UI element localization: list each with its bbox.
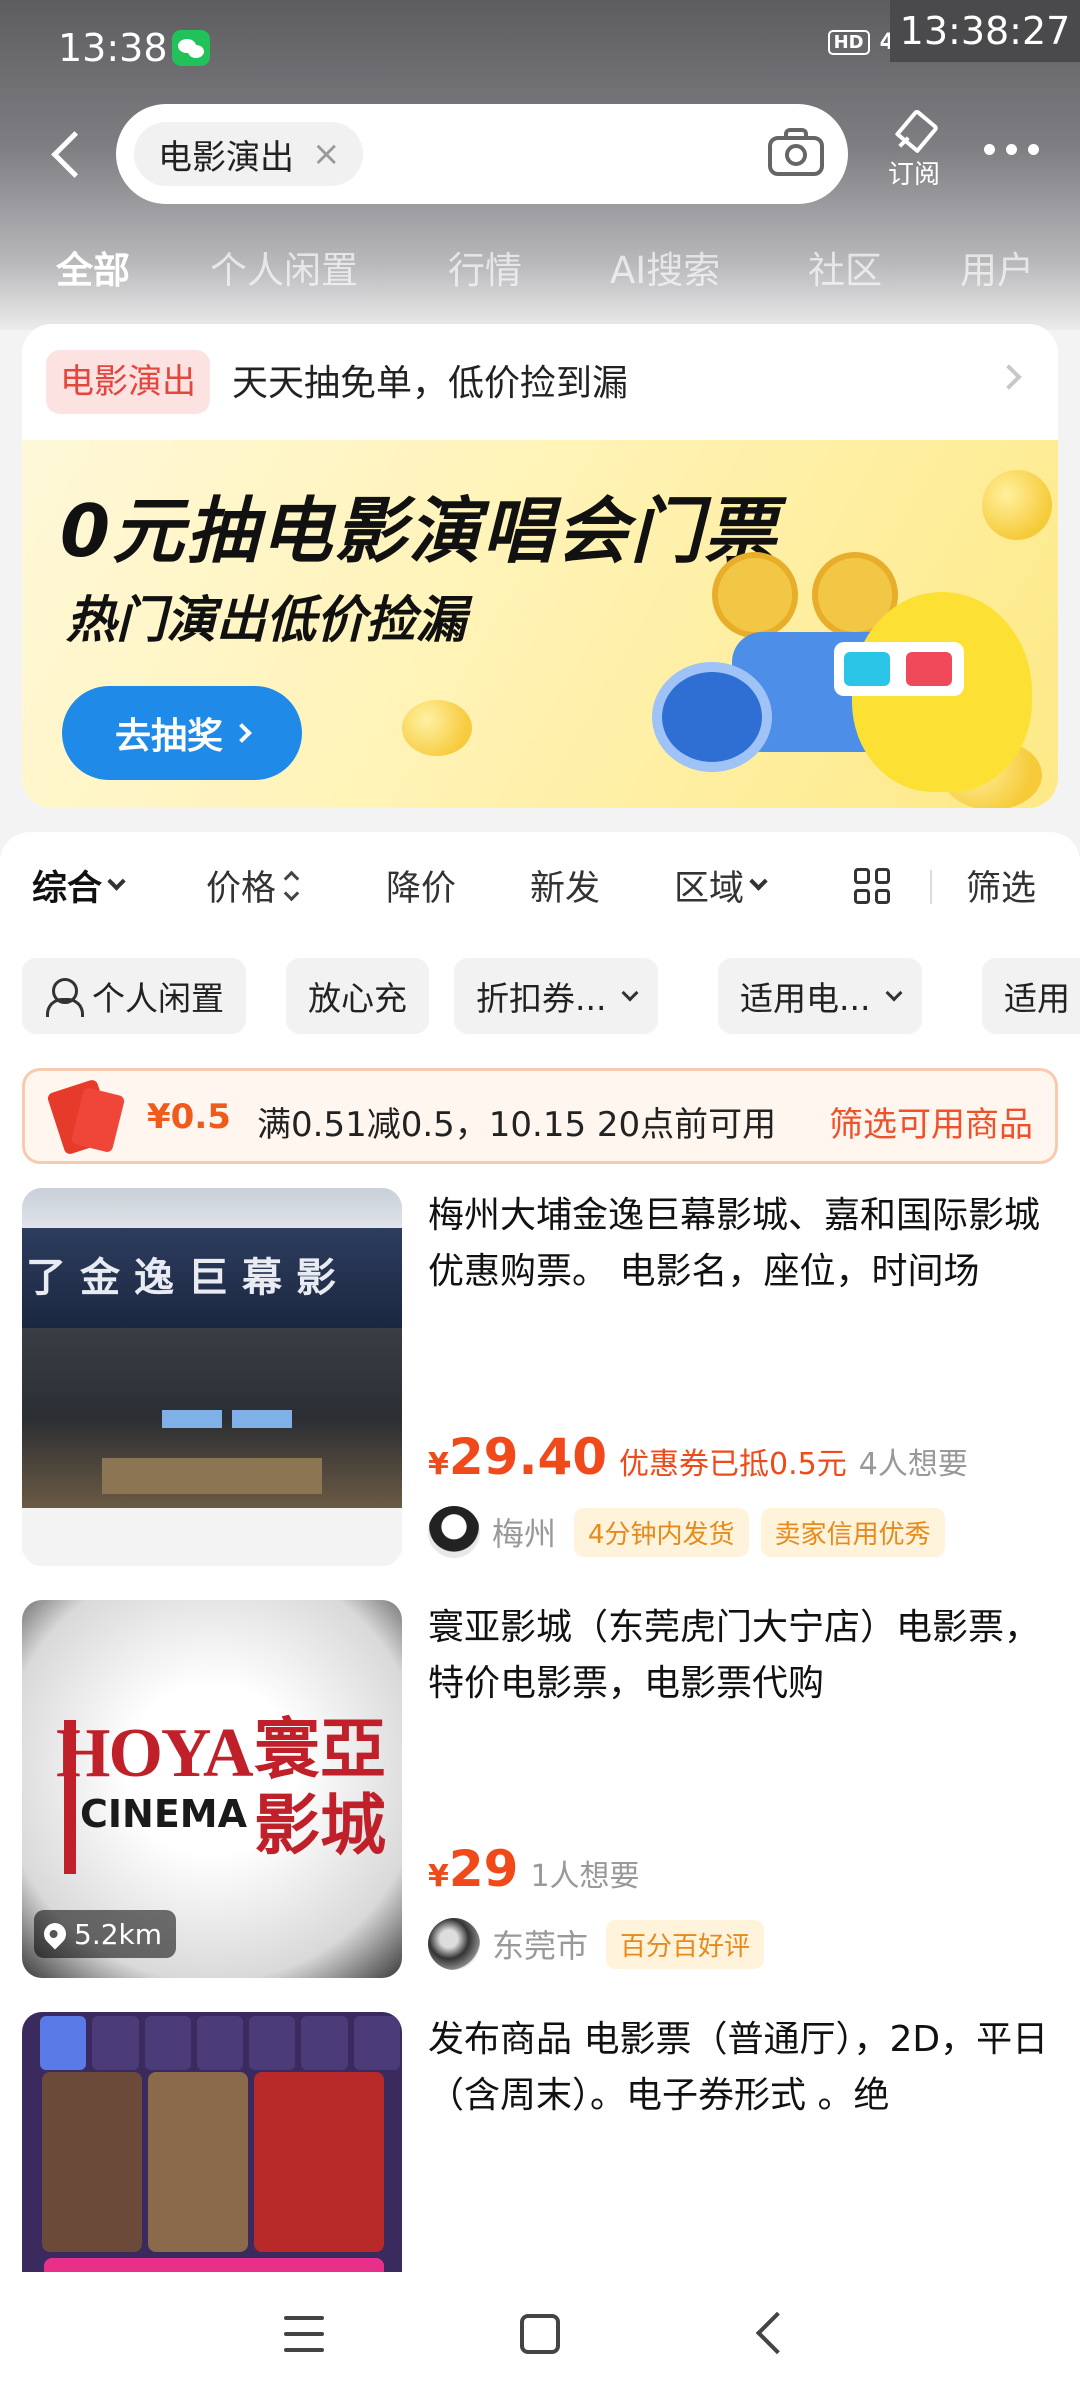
sort-bar: 综合 价格 降价 新发 区域 筛选 (0, 860, 1080, 924)
chip-applicable-2[interactable]: 适用 (982, 958, 1080, 1034)
shipping-badge: 4分钟内发货 (574, 1507, 749, 1557)
seller-row: 东莞市 百分百好评 (428, 1918, 765, 1970)
coupon-amount: ¥0.5 (147, 1097, 231, 1137)
chevron-down-icon (621, 984, 639, 1002)
chevron-down-icon (885, 984, 903, 1002)
chevron-down-icon (107, 872, 126, 891)
banner-tag: 电影演出 (46, 350, 210, 414)
product-price: ¥29.40 (428, 1428, 608, 1486)
subscribe-button[interactable]: 订阅 (882, 110, 946, 200)
sort-updown-icon (283, 870, 300, 901)
product-price: ¥29 (428, 1840, 519, 1898)
wants-count: 4人想要 (858, 1447, 968, 1482)
home-icon[interactable] (520, 2314, 560, 2354)
status-time: 13:38 (58, 26, 168, 70)
distance-badge: 5.2km (34, 1910, 177, 1958)
search-header: 电影演出 × 订阅 (0, 104, 1080, 204)
filter-usable-items-link[interactable]: 筛选可用商品 (829, 1097, 1033, 1146)
product-card[interactable]: 发布商品 电影票（普通厅），2D，平日（含周末）。电子券形式 。绝 (22, 2012, 1058, 2272)
pin-icon (896, 112, 932, 148)
coupon-description: 满0.51减0.5，10.15 20点前可用 (257, 1105, 777, 1145)
search-query-text: 电影演出 (158, 137, 294, 178)
avatar[interactable] (428, 1918, 480, 1970)
overlay-clock: 13:38:27 (890, 0, 1080, 62)
grid-view-icon[interactable] (854, 868, 890, 904)
hd-icon: HD (827, 29, 870, 55)
banner-artwork[interactable]: 0元抽电影演唱会门票 热门演出低价捡漏 去抽奖 (22, 440, 1058, 808)
logo-subtext: CINEMA (80, 1792, 248, 1836)
coupon-applied-note: 优惠券已抵0.5元 (619, 1447, 847, 1482)
back-icon[interactable] (755, 2311, 799, 2355)
search-query-chip[interactable]: 电影演出 × (134, 122, 363, 186)
search-tabs: 全部 个人闲置 行情 AI搜索 社区 用户 (0, 240, 1080, 300)
sort-comprehensive[interactable]: 综合 (32, 860, 126, 911)
tab-users[interactable]: 用户 (960, 240, 1034, 294)
location-pin-icon (39, 1918, 71, 1950)
tab-all[interactable]: 全部 (56, 240, 130, 294)
search-input[interactable]: 电影演出 × (116, 104, 848, 204)
rating-badge: 百分百好评 (606, 1919, 765, 1969)
seller-location: 梅州 (492, 1515, 557, 1553)
sort-region[interactable]: 区域 (674, 860, 768, 911)
chip-discount-coupon[interactable]: 折扣券... (454, 958, 659, 1034)
price-row: ¥29.40 优惠券已抵0.5元 4人想要 (428, 1428, 968, 1486)
product-title: 寰亚影城（东莞虎门大宁店）电影票，特价电影票，电影票代购 (428, 1607, 1041, 1704)
chip-worry-free[interactable]: 放心充 (286, 958, 429, 1034)
logo-chinese: 寰亞影城 (254, 1711, 386, 1864)
product-title: 发布商品 电影票（普通厅），2D，平日（含周末）。电子券形式 。绝 (428, 2019, 1049, 2116)
wants-count: 1人想要 (530, 1859, 640, 1894)
credit-badge: 卖家信用优秀 (760, 1507, 945, 1557)
chevron-right-icon (996, 364, 1022, 390)
subscribe-label: 订阅 (887, 160, 940, 190)
more-dots-icon[interactable] (984, 144, 1039, 155)
product-card[interactable]: HOYA CINEMA 寰亞影城 5.2km 寰亚影城（东莞虎门大宁店）电影票，… (22, 1600, 1058, 1980)
tab-community[interactable]: 社区 (808, 240, 882, 294)
banner-subtitle: 热门演出低价捡漏 (66, 591, 466, 649)
sort-price[interactable]: 价格 (206, 860, 300, 911)
seller-row: 梅州 4分钟内发货 卖家信用优秀 (428, 1506, 945, 1558)
close-icon[interactable]: × (312, 134, 341, 174)
menu-icon[interactable] (284, 2316, 324, 2352)
product-image[interactable]: HOYA CINEMA 寰亞影城 5.2km (22, 1600, 402, 1978)
divider (930, 870, 932, 904)
lottery-button[interactable]: 去抽奖 (62, 686, 302, 780)
tab-personal-idle[interactable]: 个人闲置 (210, 240, 358, 294)
banner-headline: 天天抽免单，低价捡到漏 (232, 363, 629, 404)
tab-ai-search[interactable]: AI搜索 (610, 240, 720, 294)
chip-personal-idle[interactable]: 个人闲置 (22, 958, 246, 1034)
chevron-down-icon (749, 872, 768, 891)
lottery-button-label: 去抽奖 (114, 716, 223, 757)
filter-button[interactable]: 筛选 (966, 860, 1036, 911)
camera-icon[interactable] (768, 128, 824, 176)
logo-text: HOYA (56, 1715, 254, 1792)
chip-applicable-1[interactable]: 适用电... (718, 958, 923, 1034)
back-button[interactable] (44, 126, 94, 184)
wechat-notification-icon (172, 30, 210, 66)
sort-price-drop[interactable]: 降价 (386, 860, 456, 911)
product-image[interactable] (22, 2012, 402, 2272)
status-bar: 13:38 HD 4G 70 13:38:27 (0, 0, 1080, 100)
banner-header[interactable]: 电影演出 天天抽免单，低价捡到漏 (22, 324, 1058, 440)
coupon-banner[interactable]: ¥0.5 满0.51减0.5，10.15 20点前可用 筛选可用商品 (22, 1068, 1058, 1164)
red-packet-icon (46, 1078, 126, 1156)
cinema-sign: 了金逸巨幕影城 (22, 1228, 402, 1401)
price-row: ¥29 1人想要 (428, 1840, 640, 1898)
tab-market[interactable]: 行情 (448, 240, 522, 294)
system-nav-bar (0, 2272, 1080, 2400)
promo-banner[interactable]: 电影演出 天天抽免单，低价捡到漏 0元抽电影演唱会门票 热门演出低价捡漏 去抽奖 (22, 324, 1058, 808)
person-icon (44, 978, 84, 1017)
avatar[interactable] (428, 1506, 480, 1558)
product-card[interactable]: 了金逸巨幕影城 梅州大埔金逸巨幕影城、嘉和国际影城优惠购票。 电影名，座位，时间… (22, 1188, 1058, 1568)
chevron-right-icon (232, 723, 252, 743)
sort-new[interactable]: 新发 (530, 860, 600, 911)
projector-mascot-illustration (612, 532, 1032, 802)
results-panel: 综合 价格 降价 新发 区域 筛选 个人闲置 放心充 折扣券... 适用电...… (0, 832, 1080, 2272)
product-title: 梅州大埔金逸巨幕影城、嘉和国际影城优惠购票。 电影名，座位，时间场 (428, 1195, 1041, 1292)
filter-chips: 个人闲置 放心充 折扣券... 适用电... 适用 (0, 958, 1080, 1036)
coin-decoration (982, 470, 1052, 540)
product-image[interactable]: 了金逸巨幕影城 (22, 1188, 402, 1566)
coin-decoration (402, 700, 472, 756)
seller-location: 东莞市 (492, 1927, 589, 1965)
